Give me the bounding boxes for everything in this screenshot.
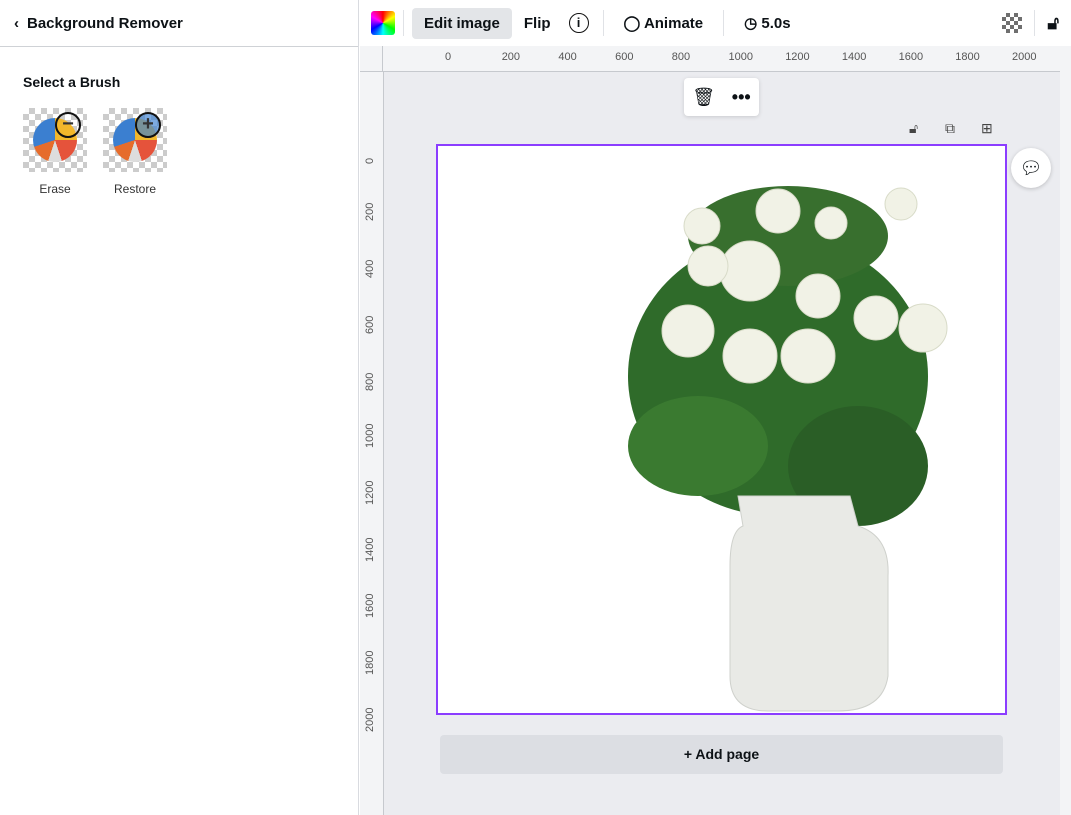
add-comment-icon[interactable]: 💬︎ xyxy=(1011,148,1051,188)
ruler-tick-label: 600 xyxy=(615,51,634,63)
duration-label: 5.0s xyxy=(761,15,791,32)
ruler-tick-label: 2000 xyxy=(1012,51,1037,63)
ruler-tick-label: 600 xyxy=(364,316,376,335)
ruler-tick-label: 800 xyxy=(364,372,376,392)
transparency-icon[interactable] xyxy=(1002,13,1023,33)
scrollbar[interactable] xyxy=(1060,46,1071,815)
clock-icon: ◷ xyxy=(744,15,762,32)
ruler-tick-label: 1400 xyxy=(364,537,376,562)
section-title: Select a Brush xyxy=(23,74,121,90)
restore-brush[interactable]: + Restore xyxy=(103,108,167,196)
brush-label: Restore xyxy=(113,182,157,196)
toolbar: Edit image Flip i ◯ Animate ◷ 5.0s 🔓︎ xyxy=(360,0,1071,46)
ruler-tick-label: 1000 xyxy=(364,423,376,448)
plus-icon: + xyxy=(135,112,161,138)
ruler-tick-label: 1600 xyxy=(898,51,924,63)
ruler-tick-label: 2000 xyxy=(364,707,376,732)
ruler-tick-label: 0 xyxy=(364,157,376,164)
ruler-tick-label: 1200 xyxy=(785,51,810,63)
lock-page-icon[interactable]: 🔓︎ xyxy=(909,120,918,137)
add-page-button[interactable]: + Add page xyxy=(440,735,1003,774)
design-page[interactable] xyxy=(436,144,1007,715)
flip-button[interactable]: Flip xyxy=(512,8,563,39)
trash-icon[interactable]: 🗑︎ xyxy=(692,87,715,108)
ruler-tick-label: 400 xyxy=(558,51,577,63)
duplicate-page-icon[interactable]: ⧉ xyxy=(945,120,955,137)
ruler-tick-label: 400 xyxy=(364,259,376,278)
ruler-tick-label: 1400 xyxy=(841,51,867,63)
ruler-tick-label: 1800 xyxy=(955,51,980,63)
ruler-tick-label: 1800 xyxy=(364,650,376,676)
animate-icon: ◯ xyxy=(623,15,644,32)
ruler-tick-label: 800 xyxy=(671,51,691,63)
chevron-left-icon: ‹ xyxy=(14,14,19,32)
ruler-tick-label: 200 xyxy=(364,202,376,221)
ruler-tick-label: 1600 xyxy=(364,593,376,619)
ruler-tick-label: 1000 xyxy=(728,51,753,63)
panel-title: Background Remover xyxy=(27,14,183,32)
element-toolbar: 🗑︎ ••• xyxy=(684,78,759,116)
more-icon[interactable]: ••• xyxy=(732,87,751,108)
ruler-tick-label: 0 xyxy=(445,51,452,63)
add-page-icon[interactable]: ⊞ xyxy=(981,120,993,137)
animate-label: Animate xyxy=(643,15,704,32)
edit-image-button[interactable]: Edit image xyxy=(412,7,512,39)
side-panel: ‹ Background Remover Select a Brush − Eras… xyxy=(0,0,359,815)
animate-button[interactable]: ◯ Animate xyxy=(612,7,716,39)
erase-brush[interactable]: − Erase xyxy=(23,108,87,196)
horizontal-ruler: 0 200 400 600 800 1000 1200 1400 1600 1800 2000 xyxy=(383,46,1060,72)
ruler-tick-label: 200 xyxy=(501,51,521,63)
minus-icon: − xyxy=(55,112,81,138)
info-icon[interactable]: i xyxy=(568,13,589,33)
brush-label: Erase xyxy=(39,182,71,196)
color-picker-button[interactable] xyxy=(371,11,395,35)
ruler-tick-label: 1200 xyxy=(364,480,376,505)
vertical-ruler: 0 200 400 600 800 1000 1200 1400 1600 1800 2000 xyxy=(360,72,384,815)
back-button[interactable]: ‹ Background Remover xyxy=(0,0,358,47)
lock-icon[interactable]: 🔓︎ xyxy=(1047,13,1059,34)
duration-button[interactable]: ◷ 5.0s xyxy=(732,7,802,39)
vase-flowers-image[interactable] xyxy=(438,146,1005,713)
